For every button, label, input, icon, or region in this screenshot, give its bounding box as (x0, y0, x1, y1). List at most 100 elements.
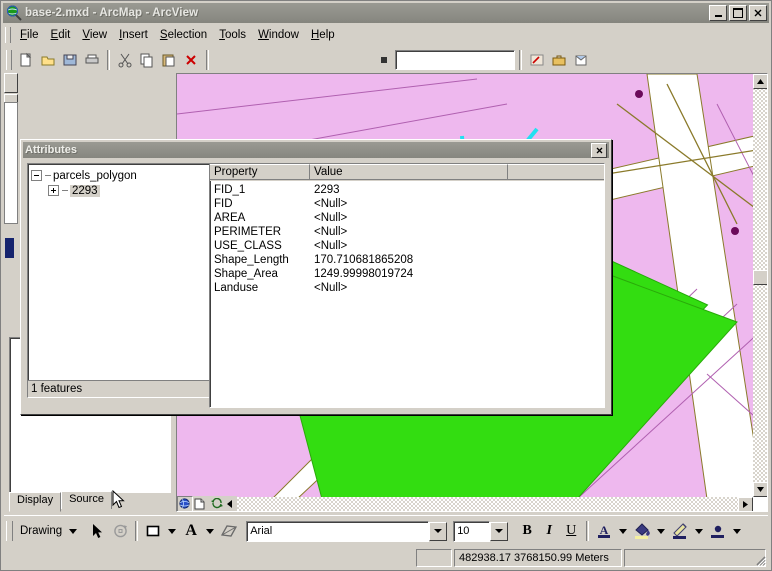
print-button[interactable] (81, 49, 103, 71)
menu-view[interactable]: View (76, 27, 113, 43)
table-row[interactable]: Shape_Length 170.710681865208 (210, 254, 604, 268)
pause-drawing-button[interactable] (223, 496, 237, 511)
map-scroll-up-button[interactable] (753, 74, 767, 89)
table-row[interactable]: FID <Null> (210, 198, 604, 212)
bold-button[interactable]: B (516, 520, 538, 542)
cut-button[interactable] (114, 49, 136, 71)
toolbar-separator-3 (519, 49, 522, 70)
font-size-dropdown-button[interactable] (490, 521, 509, 541)
attributes-feature-tree[interactable]: parcels_polygon 2293 (27, 163, 213, 384)
map-scroll-down-button[interactable] (753, 482, 767, 497)
layout-view-button[interactable] (192, 496, 207, 511)
font-color-dropdown-button[interactable] (615, 528, 631, 534)
font-name-combo[interactable]: Arial (246, 520, 430, 542)
underline-button[interactable]: U (560, 520, 582, 542)
fill-color-dropdown-button[interactable] (653, 528, 669, 534)
attributes-property-grid[interactable]: Property Value FID_1 2293 FID <Null> ARE… (209, 163, 605, 408)
menu-selection[interactable]: Selection (154, 27, 213, 43)
cell-value[interactable]: 170.710681865208 (310, 254, 530, 268)
data-view-button[interactable] (177, 495, 193, 511)
menu-edit[interactable]: Edit (45, 27, 77, 43)
catalog-button[interactable] (570, 49, 592, 71)
shape-dropdown-button[interactable] (164, 528, 180, 534)
fill-color-button[interactable] (631, 520, 653, 542)
map-scale-combo[interactable] (395, 49, 515, 70)
new-map-button[interactable] (15, 49, 37, 71)
window-title: base-2.mxd - ArcMap - ArcView (25, 7, 199, 19)
tree-collapse-toggle[interactable] (31, 170, 42, 181)
map-horizontal-scrollbar[interactable] (177, 497, 753, 511)
table-row[interactable]: AREA <Null> (210, 212, 604, 226)
paste-button[interactable] (158, 49, 180, 71)
menu-insert[interactable]: Insert (113, 27, 154, 43)
text-dropdown-button[interactable] (202, 528, 218, 534)
attributes-dialog-close-button[interactable] (591, 142, 607, 158)
font-size-combo[interactable]: 10 (453, 520, 491, 542)
save-map-button[interactable] (59, 49, 81, 71)
rotate-element-button[interactable] (109, 520, 131, 542)
cell-value[interactable]: <Null> (310, 240, 530, 254)
italic-button[interactable]: I (538, 520, 560, 542)
cell-value[interactable]: 2293 (310, 184, 530, 198)
map-scroll-right-button[interactable] (738, 497, 753, 511)
drawing-toolbar-grip[interactable] (6, 521, 13, 541)
toolbar-grip[interactable] (6, 49, 12, 70)
table-row[interactable]: Landuse <Null> (210, 282, 604, 296)
cell-value[interactable]: <Null> (310, 226, 530, 240)
chevron-down-icon (733, 528, 742, 534)
cell-value[interactable]: <Null> (310, 212, 530, 226)
chevron-down-icon (69, 528, 78, 534)
toc-scroll-stub[interactable] (4, 73, 18, 258)
cell-property: Landuse (214, 282, 259, 294)
minimize-button[interactable] (709, 5, 727, 21)
menu-help[interactable]: Help (305, 27, 341, 43)
cell-value[interactable]: <Null> (310, 282, 530, 296)
marker-color-dropdown-button[interactable] (729, 528, 745, 534)
drawing-menu-button[interactable]: Drawing (17, 525, 81, 537)
table-row[interactable]: USE_CLASS <Null> (210, 240, 604, 254)
map-vscroll-thumb[interactable] (753, 270, 767, 285)
new-text-button[interactable]: A (180, 520, 202, 542)
cell-value[interactable]: <Null> (310, 198, 530, 212)
cell-property: FID_1 (214, 184, 246, 196)
maximize-button[interactable] (729, 5, 747, 21)
menu-tools[interactable]: Tools (213, 27, 252, 43)
editor-toolbar-button[interactable] (526, 49, 548, 71)
menubar-grip[interactable] (5, 27, 11, 43)
copy-button[interactable] (136, 49, 158, 71)
grid-header-value[interactable]: Value (310, 164, 508, 180)
grid-header-property[interactable]: Property (210, 164, 310, 180)
tree-node-layer[interactable]: parcels_polygon (31, 168, 209, 183)
line-color-dropdown-button[interactable] (691, 528, 707, 534)
cell-property: FID (214, 198, 233, 210)
refresh-view-button[interactable] (209, 496, 224, 511)
resize-grip-icon[interactable] (753, 553, 767, 567)
line-color-button[interactable] (669, 520, 691, 542)
delete-button[interactable] (180, 49, 202, 71)
new-rectangle-button[interactable] (142, 520, 164, 542)
chevron-down-icon (495, 529, 504, 533)
toolbox-button[interactable] (548, 49, 570, 71)
table-row[interactable]: FID_1 2293 (210, 184, 604, 198)
tab-display[interactable]: Display (9, 492, 62, 512)
menu-window[interactable]: Window (252, 27, 305, 43)
table-row[interactable]: PERIMETER <Null> (210, 226, 604, 240)
cell-value[interactable]: 1249.99998019724 (310, 268, 530, 282)
attributes-dialog-body: parcels_polygon 2293 1 features Property… (21, 159, 611, 414)
close-button[interactable] (749, 5, 767, 21)
marker-color-button[interactable] (707, 520, 729, 542)
font-name-dropdown-button[interactable] (429, 521, 448, 541)
font-color-button[interactable]: A (593, 520, 615, 542)
select-elements-button[interactable] (87, 520, 109, 542)
table-row[interactable]: Shape_Area 1249.99998019724 (210, 268, 604, 282)
tree-expand-toggle[interactable] (48, 185, 59, 196)
menu-file[interactable]: File (14, 27, 45, 43)
grid-body: FID_1 2293 FID <Null> AREA <Null> PERIME… (210, 181, 604, 296)
tree-node-feature[interactable]: 2293 (31, 183, 209, 198)
menubar: File Edit View Insert Selection Tools Wi… (3, 25, 769, 45)
tab-source[interactable]: Source (61, 491, 112, 509)
map-vertical-scrollbar[interactable] (753, 74, 767, 497)
transform-button[interactable] (218, 520, 240, 542)
open-map-button[interactable] (37, 49, 59, 71)
attributes-dialog-titlebar[interactable]: Attributes (23, 142, 609, 158)
